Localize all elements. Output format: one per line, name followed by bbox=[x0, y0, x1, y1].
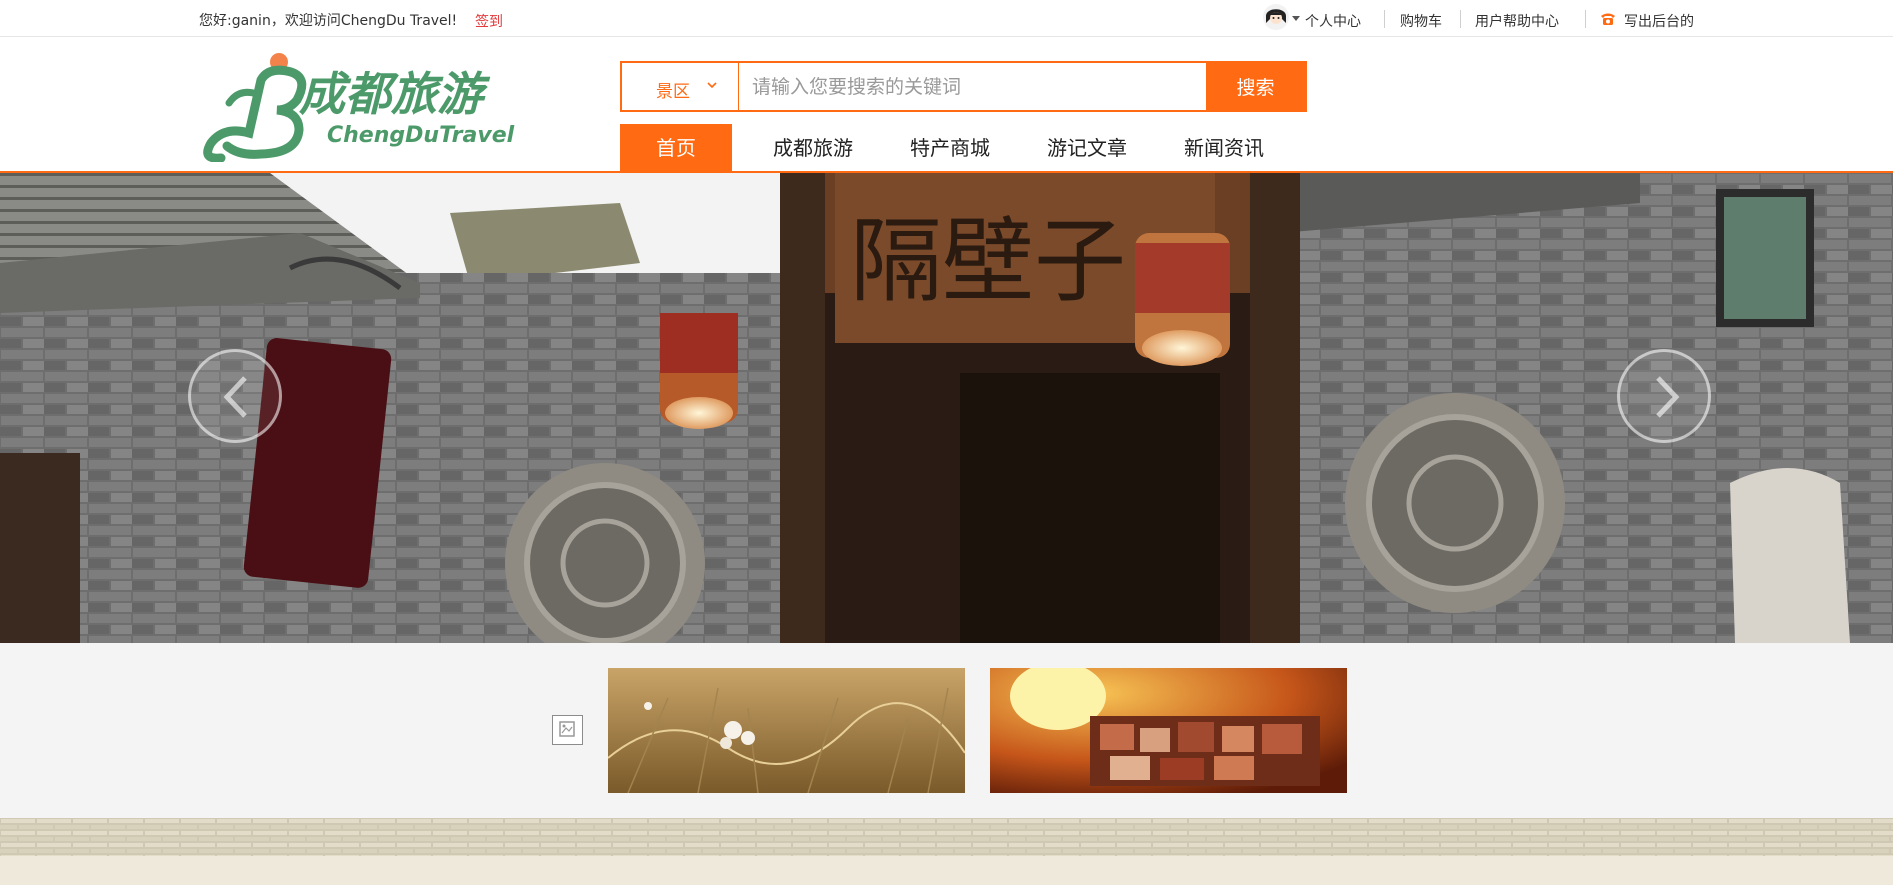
chevron-down-icon[interactable] bbox=[1292, 16, 1300, 21]
welcome-text: 您好:ganin，欢迎访问ChengDu Travel! bbox=[199, 13, 458, 29]
top-bar: 您好:ganin，欢迎访问ChengDu Travel! 签到 个人中心 购物车… bbox=[0, 0, 1893, 37]
chevron-down-icon bbox=[707, 82, 717, 89]
footer-brick-band bbox=[0, 818, 1893, 856]
carousel-prev-button[interactable] bbox=[188, 349, 282, 443]
search-button[interactable]: 搜索 bbox=[1206, 63, 1305, 110]
banner-image: 隔壁子 bbox=[0, 173, 1893, 643]
broken-image-icon[interactable] bbox=[552, 715, 583, 745]
site-logo[interactable]: 成都旅游 ChengDuTravel bbox=[199, 48, 559, 163]
nav-item-chengdu-travel[interactable]: 成都旅游 bbox=[763, 124, 863, 172]
divider bbox=[1460, 10, 1461, 28]
thumbnail-flowers[interactable] bbox=[608, 668, 965, 793]
personal-center-link[interactable]: 个人中心 bbox=[1305, 11, 1361, 31]
avatar-icon[interactable] bbox=[1262, 3, 1290, 31]
nav-item-specialty-mall[interactable]: 特产商城 bbox=[900, 124, 1000, 172]
nav-item-news[interactable]: 新闻资讯 bbox=[1174, 124, 1274, 172]
phone-icon bbox=[1601, 13, 1615, 25]
chevron-right-icon bbox=[1656, 376, 1680, 418]
logo-title: 成都旅游 bbox=[299, 67, 491, 121]
logo-subtitle: ChengDuTravel bbox=[327, 123, 515, 148]
divider bbox=[1384, 10, 1385, 28]
signin-link[interactable]: 签到 bbox=[475, 11, 503, 31]
search-input[interactable] bbox=[740, 63, 1206, 110]
help-center-link[interactable]: 用户帮助中心 bbox=[1475, 11, 1559, 31]
footer-paper-band bbox=[0, 856, 1893, 885]
chevron-left-icon bbox=[223, 376, 247, 418]
cart-link[interactable]: 购物车 bbox=[1400, 11, 1442, 31]
nav-item-home[interactable]: 首页 bbox=[620, 124, 732, 172]
divider bbox=[1585, 10, 1586, 28]
search-bar: 景区 搜索 bbox=[620, 61, 1307, 112]
gate-sign-text: 隔壁子 bbox=[850, 208, 1126, 315]
backend-link[interactable]: 写出后台的 bbox=[1624, 11, 1694, 31]
thumbnail-teahouse[interactable] bbox=[990, 668, 1347, 793]
carousel-next-button[interactable] bbox=[1617, 349, 1711, 443]
search-category-label: 景区 bbox=[656, 82, 690, 102]
search-category-select[interactable]: 景区 bbox=[622, 63, 739, 110]
nav-item-travel-articles[interactable]: 游记文章 bbox=[1037, 124, 1137, 172]
banner-carousel[interactable]: 隔壁子 bbox=[0, 173, 1893, 643]
